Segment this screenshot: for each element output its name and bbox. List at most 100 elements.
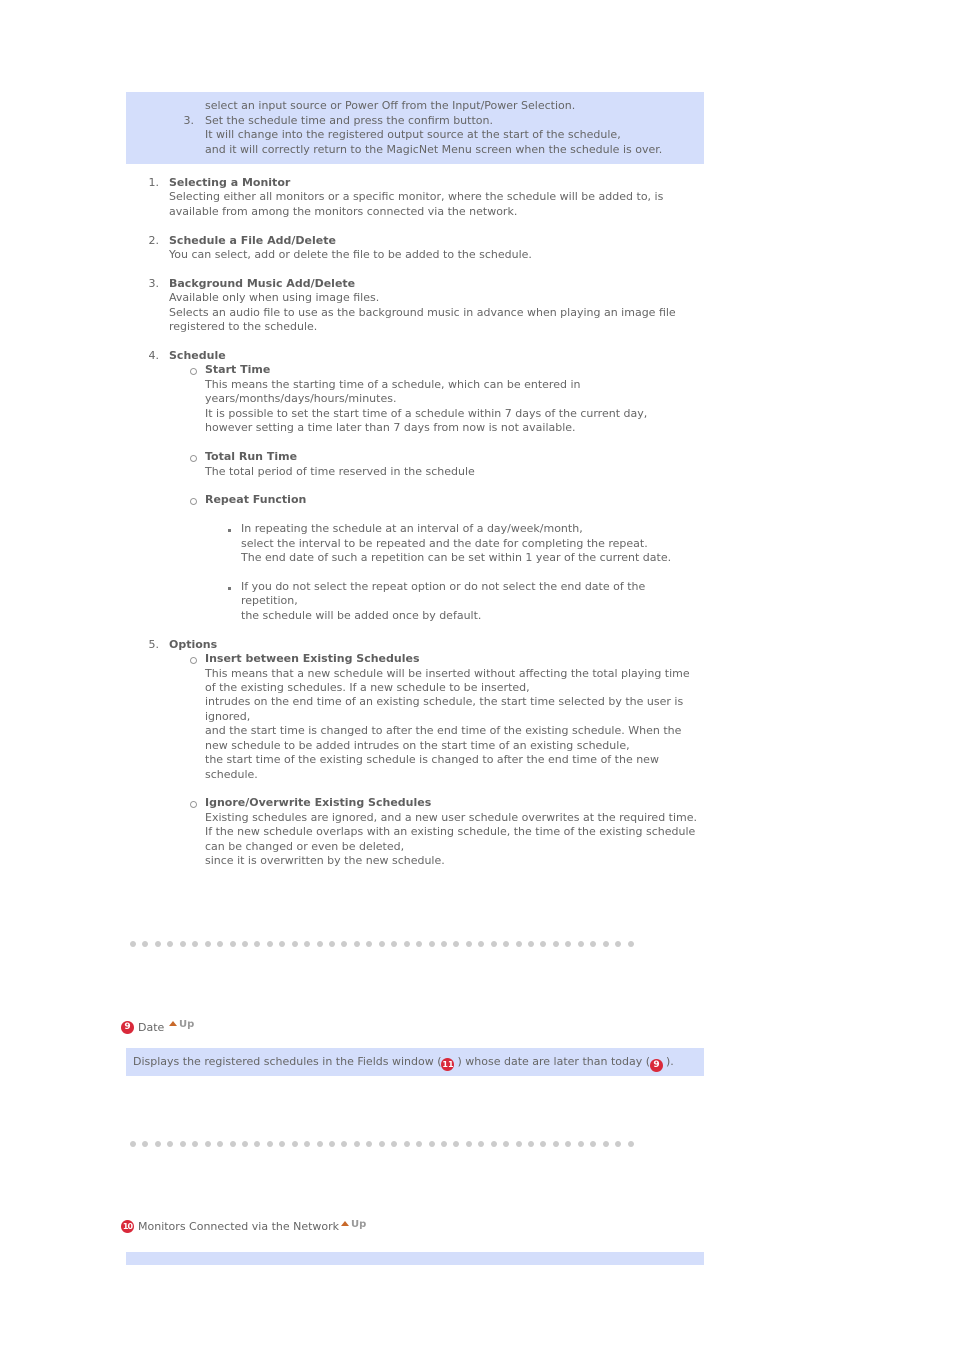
divider-dot bbox=[154, 1141, 161, 1147]
subitem-title: Repeat Function bbox=[205, 493, 307, 506]
item-text: Selecting either all monitors or a speci… bbox=[169, 190, 664, 203]
square-bullet-icon bbox=[228, 529, 231, 532]
item-number: 1. bbox=[148, 176, 160, 189]
divider-dot bbox=[465, 1141, 472, 1147]
subitem-text: since it is overwritten by the new sched… bbox=[205, 854, 445, 867]
top-box-line: Set the schedule time and press the conf… bbox=[205, 114, 493, 127]
divider-dot bbox=[590, 1141, 597, 1147]
divider-dot bbox=[403, 1141, 410, 1147]
divider-dot bbox=[378, 941, 385, 947]
divider-dot bbox=[416, 1141, 423, 1147]
subitem-title: Total Run Time bbox=[205, 450, 298, 463]
divider-dot bbox=[254, 941, 261, 947]
item-text: You can select, add or delete the file t… bbox=[169, 248, 532, 261]
subitem-title: Start Time bbox=[205, 363, 271, 376]
bullet-text: repetition, bbox=[241, 594, 298, 607]
divider-dot bbox=[217, 1141, 224, 1147]
number-badge-icon: 9 bbox=[650, 1059, 664, 1072]
divider-dot bbox=[204, 941, 211, 947]
up-link[interactable]: Up bbox=[341, 1219, 366, 1230]
divider-dot bbox=[391, 941, 398, 947]
item-title: Schedule a File Add/Delete bbox=[169, 234, 336, 247]
divider-dot bbox=[341, 941, 348, 947]
section-title: Monitors Connected via the Network bbox=[138, 1220, 340, 1233]
item-title: Selecting a Monitor bbox=[169, 176, 291, 189]
up-arrow-icon bbox=[341, 1221, 349, 1226]
top-box-line: and it will correctly return to the Magi… bbox=[205, 143, 663, 156]
subitem-text: intrudes on the end time of an existing … bbox=[205, 695, 684, 708]
divider-dot bbox=[366, 941, 373, 947]
item-title: Options bbox=[169, 638, 218, 651]
subitem-text: however setting a time later than 7 days… bbox=[205, 421, 576, 434]
divider-dot bbox=[378, 1141, 385, 1147]
desc-text: ) whose date are later than today ( bbox=[457, 1055, 651, 1068]
divider-dot bbox=[416, 941, 423, 947]
divider-dot bbox=[316, 1141, 323, 1147]
divider-dot bbox=[142, 941, 149, 947]
up-link[interactable]: Up bbox=[169, 1019, 194, 1030]
divider-dot bbox=[503, 1141, 510, 1147]
divider-dot bbox=[192, 1141, 199, 1147]
item-text: Available only when using image files. bbox=[169, 291, 380, 304]
subitem-text: of the existing schedules. If a new sche… bbox=[205, 681, 530, 694]
subitem-text: This means that a new schedule will be i… bbox=[205, 667, 690, 680]
subitem-text: It is possible to set the start time of … bbox=[205, 407, 648, 420]
divider-dot bbox=[353, 1141, 360, 1147]
top-box-step-number: 3. bbox=[183, 114, 195, 127]
subitem-text: Existing schedules are ignored, and a ne… bbox=[205, 811, 698, 824]
divider-dot bbox=[453, 1141, 460, 1147]
square-bullet-icon bbox=[228, 587, 231, 590]
divider-dot bbox=[540, 1141, 547, 1147]
divider-dot bbox=[615, 941, 622, 947]
divider-dot bbox=[465, 941, 472, 947]
divider-dot bbox=[167, 1141, 174, 1147]
divider-dot bbox=[341, 1141, 348, 1147]
divider-dot bbox=[142, 1141, 149, 1147]
divider-dot bbox=[279, 941, 286, 947]
divider-dot bbox=[241, 941, 248, 947]
divider-dot bbox=[577, 941, 584, 947]
circle-bullet-icon bbox=[190, 368, 197, 375]
divider-dot bbox=[291, 941, 298, 947]
bullet-text: select the interval to be repeated and t… bbox=[241, 537, 648, 550]
item-text: registered to the schedule. bbox=[169, 320, 318, 333]
divider-dot bbox=[478, 941, 485, 947]
divider-dot bbox=[353, 941, 360, 947]
subitem-title: Ignore/Overwrite Existing Schedules bbox=[205, 796, 432, 809]
date-description: Displays the registered schedules in the… bbox=[133, 1055, 674, 1072]
divider-dot bbox=[552, 1141, 559, 1147]
item-text: available from among the monitors connec… bbox=[169, 205, 518, 218]
top-box-line: It will change into the registered outpu… bbox=[205, 128, 621, 141]
divider-dot bbox=[528, 1141, 534, 1147]
divider-dot bbox=[478, 1141, 485, 1147]
circle-bullet-icon bbox=[190, 455, 197, 462]
number-badge-icon: 9 bbox=[121, 1021, 134, 1034]
item-title: Background Music Add/Delete bbox=[169, 277, 356, 290]
bullet-text: the schedule will be added once by defau… bbox=[241, 609, 482, 622]
up-link-label: Up bbox=[351, 1219, 367, 1230]
divider-dot bbox=[304, 941, 311, 947]
divider-dot bbox=[428, 1141, 435, 1147]
bullet-text: If you do not select the repeat option o… bbox=[241, 580, 646, 593]
divider-dot bbox=[179, 1141, 186, 1147]
divider-dot bbox=[490, 1141, 497, 1147]
bullet-text: The end date of such a repetition can be… bbox=[241, 551, 672, 564]
divider-dot bbox=[154, 941, 161, 947]
divider-dot bbox=[130, 941, 136, 947]
divider-dot bbox=[266, 1141, 273, 1147]
subitem-text: can be changed or even be deleted, bbox=[205, 840, 405, 853]
subitem-title: Insert between Existing Schedules bbox=[205, 652, 420, 665]
circle-bullet-icon bbox=[190, 801, 197, 808]
divider-dot bbox=[316, 941, 323, 947]
divider-dot bbox=[403, 941, 410, 947]
subitem-text: The total period of time reserved in the… bbox=[205, 465, 475, 478]
divider-dot bbox=[366, 1141, 373, 1147]
circle-bullet-icon bbox=[190, 498, 197, 505]
divider-dot bbox=[229, 1141, 236, 1147]
divider-dot bbox=[565, 1141, 572, 1147]
divider-dot bbox=[627, 941, 634, 947]
subitem-text: the start time of the existing schedule … bbox=[205, 753, 659, 766]
divider-dot bbox=[291, 1141, 298, 1147]
divider-dot bbox=[254, 1141, 261, 1147]
divider-dot bbox=[229, 941, 236, 947]
